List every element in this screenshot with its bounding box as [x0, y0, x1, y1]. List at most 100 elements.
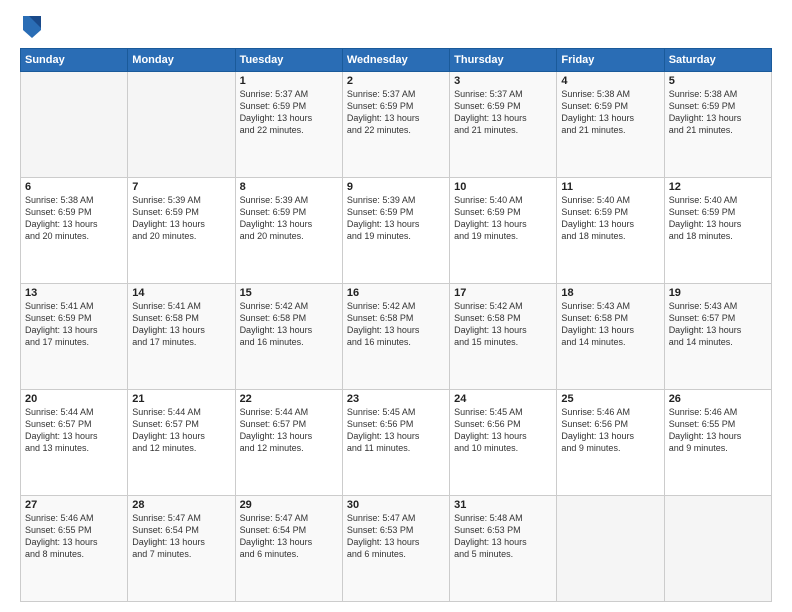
day-number: 19	[669, 287, 767, 299]
day-info: Sunrise: 5:43 AM Sunset: 6:57 PM Dayligh…	[669, 300, 767, 349]
day-info: Sunrise: 5:42 AM Sunset: 6:58 PM Dayligh…	[454, 300, 552, 349]
calendar-cell: 27Sunrise: 5:46 AM Sunset: 6:55 PM Dayli…	[21, 496, 128, 602]
calendar-cell: 10Sunrise: 5:40 AM Sunset: 6:59 PM Dayli…	[450, 178, 557, 284]
calendar-cell	[557, 496, 664, 602]
calendar-week-row: 1Sunrise: 5:37 AM Sunset: 6:59 PM Daylig…	[21, 72, 772, 178]
calendar-cell: 11Sunrise: 5:40 AM Sunset: 6:59 PM Dayli…	[557, 178, 664, 284]
calendar-cell: 7Sunrise: 5:39 AM Sunset: 6:59 PM Daylig…	[128, 178, 235, 284]
day-number: 1	[240, 75, 338, 87]
day-of-week-header: Wednesday	[342, 49, 449, 72]
day-number: 7	[132, 181, 230, 193]
calendar-cell: 2Sunrise: 5:37 AM Sunset: 6:59 PM Daylig…	[342, 72, 449, 178]
day-number: 11	[561, 181, 659, 193]
calendar-week-row: 6Sunrise: 5:38 AM Sunset: 6:59 PM Daylig…	[21, 178, 772, 284]
calendar-cell: 14Sunrise: 5:41 AM Sunset: 6:58 PM Dayli…	[128, 284, 235, 390]
calendar-week-row: 13Sunrise: 5:41 AM Sunset: 6:59 PM Dayli…	[21, 284, 772, 390]
day-info: Sunrise: 5:40 AM Sunset: 6:59 PM Dayligh…	[669, 194, 767, 243]
day-info: Sunrise: 5:40 AM Sunset: 6:59 PM Dayligh…	[561, 194, 659, 243]
calendar-week-row: 20 Sunrise: 5:44 AM Sunset: 6:57 PM Dayli…	[21, 390, 772, 496]
day-number: 26	[669, 393, 767, 405]
day-of-week-header: Friday	[557, 49, 664, 72]
calendar-cell: 6Sunrise: 5:38 AM Sunset: 6:59 PM Daylig…	[21, 178, 128, 284]
day-info: Sunrise: 5:41 AM Sunset: 6:59 PM Dayligh…	[25, 300, 123, 349]
day-number: 2	[347, 75, 445, 87]
day-info: Sunrise: 5:38 AM Sunset: 6:59 PM Dayligh…	[669, 88, 767, 137]
calendar-cell: 19Sunrise: 5:43 AM Sunset: 6:57 PM Dayli…	[664, 284, 771, 390]
day-info: Sunrise: 5:48 AM Sunset: 6:53 PM Dayligh…	[454, 512, 552, 561]
day-info: Sunrise: 5:47 AM Sunset: 6:53 PM Dayligh…	[347, 512, 445, 561]
calendar-cell: 20Sunrise: 5:44 AM Sunset: 6:57 PM Dayli…	[21, 390, 128, 496]
day-of-week-header: Thursday	[450, 49, 557, 72]
day-of-week-header: Saturday	[664, 49, 771, 72]
day-info: Sunrise: 5:42 AM Sunset: 6:58 PM Dayligh…	[240, 300, 338, 349]
calendar-cell: 16Sunrise: 5:42 AM Sunset: 6:58 PM Dayli…	[342, 284, 449, 390]
day-info: Sunrise: 5:47 AM Sunset: 6:54 PM Dayligh…	[240, 512, 338, 561]
calendar-cell: 9Sunrise: 5:39 AM Sunset: 6:59 PM Daylig…	[342, 178, 449, 284]
day-info: Sunrise: 5:37 AM Sunset: 6:59 PM Dayligh…	[347, 88, 445, 137]
day-info: Sunrise: 5:45 AM Sunset: 6:56 PM Dayligh…	[454, 406, 552, 455]
day-info: Sunrise: 5:39 AM Sunset: 6:59 PM Dayligh…	[132, 194, 230, 243]
day-number: 12	[669, 181, 767, 193]
calendar-cell: 12Sunrise: 5:40 AM Sunset: 6:59 PM Dayli…	[664, 178, 771, 284]
day-info: Sunrise: 5:42 AM Sunset: 6:58 PM Dayligh…	[347, 300, 445, 349]
day-number: 10	[454, 181, 552, 193]
day-number: 28	[132, 499, 230, 511]
day-number: 23	[347, 393, 445, 405]
calendar-cell: 24Sunrise: 5:45 AM Sunset: 6:56 PM Dayli…	[450, 390, 557, 496]
day-info: Sunrise: 5:44 AM Sunset: 6:57 PM Dayligh…	[240, 406, 338, 455]
calendar-cell: 26Sunrise: 5:46 AM Sunset: 6:55 PM Dayli…	[664, 390, 771, 496]
day-number: 18	[561, 287, 659, 299]
day-number: 24	[454, 393, 552, 405]
day-number: 29	[240, 499, 338, 511]
day-number: 31	[454, 499, 552, 511]
calendar-cell: 13Sunrise: 5:41 AM Sunset: 6:59 PM Dayli…	[21, 284, 128, 390]
day-number: 27	[25, 499, 123, 511]
day-number: 6	[25, 181, 123, 193]
day-number: 30	[347, 499, 445, 511]
day-number: 21	[132, 393, 230, 405]
header	[20, 18, 772, 40]
day-number: 3	[454, 75, 552, 87]
day-info: Sunrise: 5:37 AM Sunset: 6:59 PM Dayligh…	[240, 88, 338, 137]
day-info: Sunrise: 5:46 AM Sunset: 6:55 PM Dayligh…	[25, 512, 123, 561]
day-number: 15	[240, 287, 338, 299]
day-info: Sunrise: 5:44 AM Sunset: 6:57 PM Dayligh…	[132, 406, 230, 455]
calendar-cell: 25Sunrise: 5:46 AM Sunset: 6:56 PM Dayli…	[557, 390, 664, 496]
day-of-week-header: Tuesday	[235, 49, 342, 72]
calendar-cell: 18Sunrise: 5:43 AM Sunset: 6:58 PM Dayli…	[557, 284, 664, 390]
calendar-cell: 31Sunrise: 5:48 AM Sunset: 6:53 PM Dayli…	[450, 496, 557, 602]
calendar-cell: 17Sunrise: 5:42 AM Sunset: 6:58 PM Dayli…	[450, 284, 557, 390]
day-info: Sunrise: 5:37 AM Sunset: 6:59 PM Dayligh…	[454, 88, 552, 137]
logo-icon	[23, 16, 41, 38]
day-info: Sunrise: 5:46 AM Sunset: 6:55 PM Dayligh…	[669, 406, 767, 455]
day-number: 16	[347, 287, 445, 299]
calendar-cell: 5Sunrise: 5:38 AM Sunset: 6:59 PM Daylig…	[664, 72, 771, 178]
calendar-cell: 3Sunrise: 5:37 AM Sunset: 6:59 PM Daylig…	[450, 72, 557, 178]
calendar-table: SundayMondayTuesdayWednesdayThursdayFrid…	[20, 48, 772, 602]
calendar-header: SundayMondayTuesdayWednesdayThursdayFrid…	[21, 49, 772, 72]
day-number: 14	[132, 287, 230, 299]
day-of-week-header: Monday	[128, 49, 235, 72]
calendar-cell: 4Sunrise: 5:38 AM Sunset: 6:59 PM Daylig…	[557, 72, 664, 178]
day-number: 20	[25, 393, 123, 405]
calendar-cell: 29Sunrise: 5:47 AM Sunset: 6:54 PM Dayli…	[235, 496, 342, 602]
day-info: Sunrise: 5:38 AM Sunset: 6:59 PM Dayligh…	[25, 194, 123, 243]
day-info: Sunrise: 5:41 AM Sunset: 6:58 PM Dayligh…	[132, 300, 230, 349]
calendar-cell	[664, 496, 771, 602]
day-number: 17	[454, 287, 552, 299]
day-info: Sunrise: 5:39 AM Sunset: 6:59 PM Dayligh…	[240, 194, 338, 243]
calendar-cell: 30Sunrise: 5:47 AM Sunset: 6:53 PM Dayli…	[342, 496, 449, 602]
day-info: Sunrise: 5:40 AM Sunset: 6:59 PM Dayligh…	[454, 194, 552, 243]
day-info: Sunrise: 5:46 AM Sunset: 6:56 PM Dayligh…	[561, 406, 659, 455]
day-number: 13	[25, 287, 123, 299]
day-number: 5	[669, 75, 767, 87]
calendar-cell: 8Sunrise: 5:39 AM Sunset: 6:59 PM Daylig…	[235, 178, 342, 284]
calendar-week-row: 27Sunrise: 5:46 AM Sunset: 6:55 PM Dayli…	[21, 496, 772, 602]
day-info: Sunrise: 5:39 AM Sunset: 6:59 PM Dayligh…	[347, 194, 445, 243]
calendar-cell	[21, 72, 128, 178]
day-of-week-header: Sunday	[21, 49, 128, 72]
day-number: 22	[240, 393, 338, 405]
day-number: 25	[561, 393, 659, 405]
day-info: Sunrise: 5:38 AM Sunset: 6:59 PM Dayligh…	[561, 88, 659, 137]
calendar-cell: 22Sunrise: 5:44 AM Sunset: 6:57 PM Dayli…	[235, 390, 342, 496]
